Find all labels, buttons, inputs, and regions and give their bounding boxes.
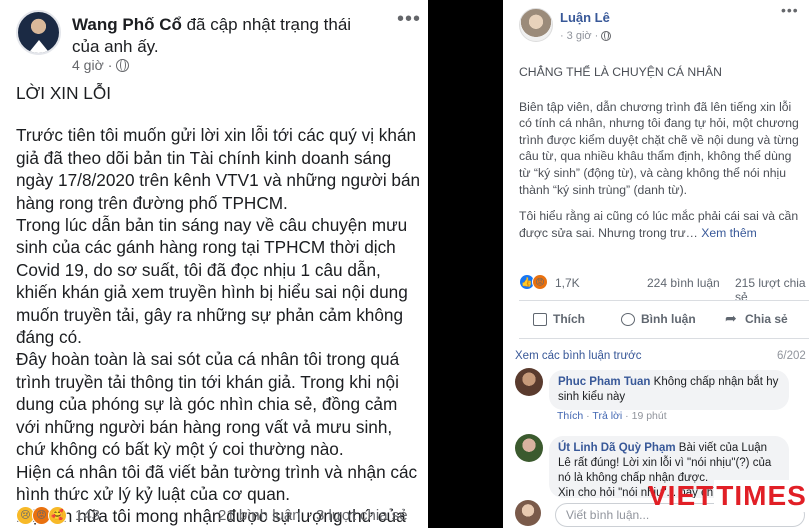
more-options-icon[interactable]: ••• [397,8,421,31]
comment-button[interactable]: Bình luận [621,312,696,326]
comment-count[interactable]: 224 bình luận [647,276,720,290]
author-name[interactable]: Wang Phố Cổ [72,15,182,34]
comment-count[interactable]: 21 bình luận [218,507,301,524]
post-header: Wang Phố Cổ đã cập nhật trạng thái của a… [72,14,382,58]
left-post-panel: Wang Phố Cổ đã cập nhật trạng thái của a… [0,0,428,528]
share-icon [725,310,739,327]
post-time-text[interactable]: 3 giờ [567,30,592,42]
post-title: CHẲNG THỂ LÀ CHUYỆN CÁ NHÂN [519,65,722,79]
commenter-avatar[interactable] [515,434,543,462]
care-reaction-icon: 🥰 [48,506,67,525]
more-options-icon[interactable]: ••• [781,2,799,18]
reaction-summary: 👍 😡 1,7K 224 bình luận 215 lượt chia sẻ [503,272,810,304]
post-body: LỜI XIN LỖI Trước tiên tôi muốn gửi lời … [16,82,421,528]
post-time-text[interactable]: 4 giờ [72,57,104,73]
share-button[interactable]: Chia sẻ [725,310,788,327]
comment-time[interactable]: 19 phút [632,410,667,422]
globe-icon [116,58,130,72]
reaction-count[interactable]: 143 [75,507,100,524]
author-avatar[interactable] [16,10,61,55]
divider [519,300,809,301]
current-user-avatar [515,500,541,526]
author-avatar[interactable] [519,8,553,42]
comment-like-link[interactable]: Thích [557,410,583,422]
right-post-panel: Luận Lê · 3 giờ · ••• CHẲNG THỂ LÀ CHUYỆ… [503,0,810,528]
post-paragraph: Trong lúc dẫn bản tin sáng nay về câu ch… [16,215,408,348]
post-paragraph: Tôi hiểu rằng ai cũng có lúc mắc phải cá… [519,209,799,240]
share-count[interactable]: 3 lượt chia sẻ [316,507,408,524]
post-paragraph: Trước tiên tôi muốn gửi lời xin lỗi tới … [16,125,421,213]
comment-bubble: Phuc Pham Tuan Không chấp nhận bắt hy si… [549,370,789,410]
reaction-count[interactable]: 1,7K [555,276,580,290]
post-footer: 😢 😡 🥰 143 21 bình luận 3 lượt chia sẻ [0,504,428,528]
view-previous-comments-link[interactable]: Xem các bình luận trước [515,350,641,362]
like-button[interactable]: Thích [533,312,585,326]
like-icon [533,312,547,326]
commenter-name[interactable]: Út Linh Dã Quỳ Phạm [558,442,676,454]
globe-icon [601,31,612,41]
reactions[interactable]: 😢 😡 🥰 [16,506,67,525]
post-actions: Thích Bình luận Chia sẻ [503,310,810,332]
post-paragraph: Hiện cá nhân tôi đã viết bản tường trình… [16,461,418,504]
author-name[interactable]: Luận Lê [560,10,610,25]
watermark-logo: VIET TIMES [648,480,809,512]
commenter-name[interactable]: Phuc Pham Tuan [558,376,650,388]
post-paragraph: Biên tập viên, dẫn chương trình đã lên t… [519,99,799,197]
comment-icon [621,312,635,326]
comment-pagination: 6/202 [777,350,806,362]
post-time: 4 giờ · [72,57,130,73]
comment-reply-link[interactable]: Trả lời [592,410,622,422]
divider [519,338,809,339]
post-body: CHẲNG THỂ LÀ CHUYỆN CÁ NHÂN Biên tập viê… [519,64,804,251]
post-title: LỜI XIN LỖI [16,83,111,103]
reactions[interactable]: 👍 😡 [519,274,548,290]
commenter-avatar[interactable] [515,368,543,396]
see-more-link[interactable]: Xem thêm [701,226,757,240]
angry-reaction-icon: 😡 [532,274,548,290]
post-paragraph: Đây hoàn toàn là sai sót của cá nhân tôi… [16,349,400,460]
post-time: · 3 giờ · [560,30,612,42]
comment-meta: Thích · Trả lời · 19 phút [557,410,667,422]
